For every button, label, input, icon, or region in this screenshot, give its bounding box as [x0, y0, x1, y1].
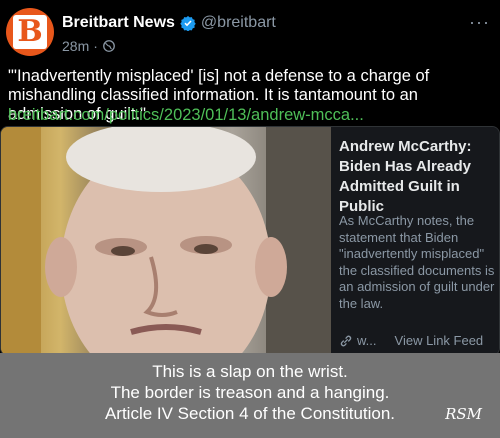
verified-badge-icon — [180, 16, 196, 31]
signature: RSM — [445, 405, 482, 423]
author-name[interactable]: Breitbart News — [62, 14, 175, 32]
card-description: As McCarthy notes, the statement that Bi… — [339, 213, 495, 311]
card-image[interactable] — [1, 127, 331, 355]
card-footer: w... View Link Feed — [339, 333, 499, 348]
meta-separator: · — [93, 38, 98, 54]
timestamp[interactable]: 28m — [62, 38, 89, 54]
portrait-photo — [1, 127, 331, 355]
more-options-icon[interactable]: ··· — [469, 12, 490, 33]
breitbart-logo: B — [13, 15, 47, 49]
view-link-feed-button[interactable]: View Link Feed — [395, 333, 484, 348]
author-handle[interactable]: @breitbart — [201, 14, 276, 32]
tweet-header: Breitbart News @breitbart — [62, 14, 276, 32]
globe-icon — [103, 40, 115, 52]
tweet-meta: 28m · — [62, 38, 116, 54]
link-card[interactable]: Andrew McCarthy: Biden Has Already Admit… — [0, 126, 500, 356]
card-source[interactable]: w... — [357, 333, 377, 348]
caption-line: Article IV Section 4 of the Constitution… — [104, 404, 396, 423]
avatar[interactable]: B — [6, 8, 54, 56]
tweet-link[interactable]: breitbart.com/politics/2023/01/13/andrew… — [8, 106, 364, 125]
tweet: B Breitbart News @breitbart 28m · ··· "'… — [0, 0, 500, 360]
caption-line: This is a slap on the wrist. — [152, 362, 348, 381]
link-chain-icon — [340, 335, 352, 346]
caption-line: The border is treason and a hanging. — [110, 383, 390, 402]
caption-overlay: This is a slap on the wrist. The border … — [0, 353, 500, 438]
card-title[interactable]: Andrew McCarthy: Biden Has Already Admit… — [339, 137, 497, 217]
caption-text: This is a slap on the wrist. The border … — [0, 361, 500, 424]
card-info[interactable]: Andrew McCarthy: Biden Has Already Admit… — [331, 127, 499, 355]
